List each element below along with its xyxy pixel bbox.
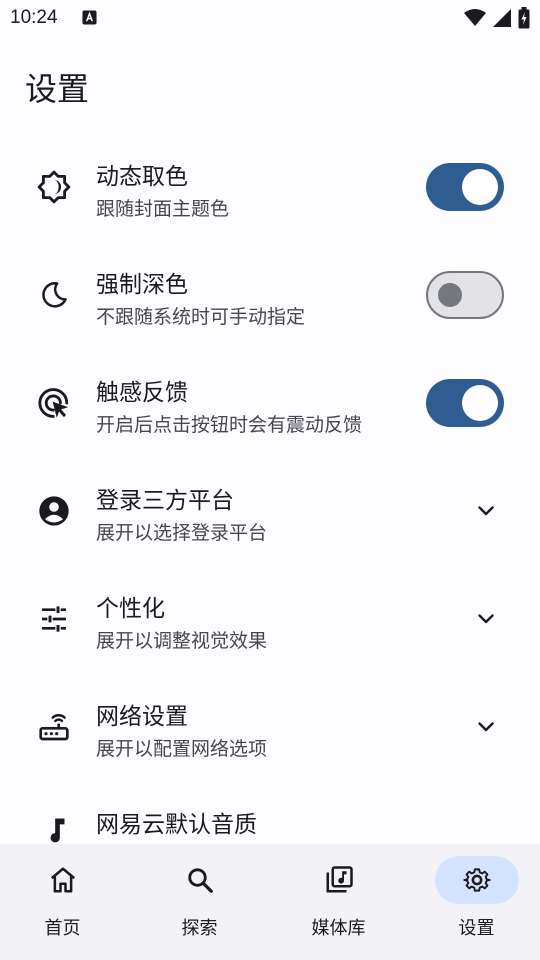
router-icon bbox=[36, 709, 72, 745]
bottom-navigation: 首页 探索 媒体库 设置 bbox=[0, 844, 540, 960]
nav-item-library[interactable]: 媒体库 bbox=[271, 844, 406, 960]
battery-charging-icon bbox=[518, 7, 530, 29]
setting-title: 登录三方平台 bbox=[96, 488, 234, 514]
setting-title: 网络设置 bbox=[96, 704, 188, 730]
status-time: 10:24 bbox=[10, 7, 58, 28]
setting-subtitle: 不跟随系统时可手动指定 bbox=[96, 306, 306, 328]
setting-dynamic-color[interactable]: 动态取色 跟随封面主题色 bbox=[0, 133, 540, 241]
force-dark-switch[interactable] bbox=[426, 271, 504, 319]
brightness-auto-icon bbox=[36, 169, 72, 205]
setting-force-dark[interactable]: 强制深色 不跟随系统时可手动指定 bbox=[0, 241, 540, 349]
setting-subtitle: 跟随封面主题色 bbox=[96, 198, 230, 220]
switch-thumb bbox=[462, 385, 498, 421]
chevron-down-icon[interactable] bbox=[474, 499, 498, 523]
page-title: 设置 bbox=[25, 70, 90, 108]
library-music-icon bbox=[326, 866, 353, 893]
setting-network[interactable]: 网络设置 展开以配置网络选项 bbox=[0, 673, 540, 781]
search-icon bbox=[187, 868, 213, 893]
nav-item-settings[interactable]: 设置 bbox=[409, 844, 540, 960]
chevron-down-icon[interactable] bbox=[474, 715, 498, 739]
setting-title: 触感反馈 bbox=[96, 380, 188, 406]
wifi-icon bbox=[464, 9, 486, 26]
dynamic-color-switch[interactable] bbox=[426, 163, 504, 211]
haptic-feedback-switch[interactable] bbox=[426, 379, 504, 427]
setting-personalization[interactable]: 个性化 展开以调整视觉效果 bbox=[0, 565, 540, 673]
switch-thumb bbox=[438, 283, 462, 307]
nav-label: 设置 bbox=[458, 918, 495, 939]
touch-target-icon bbox=[36, 385, 72, 421]
setting-title: 强制深色 bbox=[96, 272, 188, 298]
gear-icon bbox=[462, 868, 491, 892]
chevron-down-icon[interactable] bbox=[474, 607, 498, 631]
signal-icon bbox=[493, 9, 511, 27]
nav-label: 媒体库 bbox=[311, 918, 366, 939]
setting-subtitle: 展开以选择登录平台 bbox=[96, 522, 268, 544]
nav-pill bbox=[21, 856, 105, 904]
nav-pill bbox=[158, 856, 242, 904]
switch-thumb bbox=[462, 169, 498, 205]
nav-pill bbox=[434, 856, 519, 904]
moon-icon bbox=[36, 277, 72, 313]
setting-title: 网易云默认音质 bbox=[96, 812, 257, 838]
a-badge-icon bbox=[82, 10, 97, 25]
status-icons bbox=[464, 7, 530, 29]
nav-label: 首页 bbox=[44, 918, 81, 939]
setting-subtitle: 开启后点击按钮时会有震动反馈 bbox=[96, 414, 363, 436]
setting-haptic-feedback[interactable]: 触感反馈 开启后点击按钮时会有震动反馈 bbox=[0, 349, 540, 457]
setting-third-party-login[interactable]: 登录三方平台 展开以选择登录平台 bbox=[0, 457, 540, 565]
setting-title: 动态取色 bbox=[96, 164, 188, 190]
sliders-icon bbox=[36, 601, 72, 637]
account-circle-icon bbox=[36, 493, 72, 529]
nav-pill bbox=[297, 856, 381, 904]
nav-label: 探索 bbox=[181, 918, 218, 939]
status-bar: 10:24 bbox=[0, 0, 540, 36]
setting-subtitle: 展开以配置网络选项 bbox=[96, 738, 268, 760]
setting-title: 个性化 bbox=[96, 596, 165, 622]
music-note-icon bbox=[36, 811, 72, 847]
home-icon bbox=[50, 867, 75, 893]
nav-item-explore[interactable]: 探索 bbox=[132, 844, 267, 960]
nav-item-home[interactable]: 首页 bbox=[0, 844, 130, 960]
setting-subtitle: 展开以调整视觉效果 bbox=[96, 630, 268, 652]
